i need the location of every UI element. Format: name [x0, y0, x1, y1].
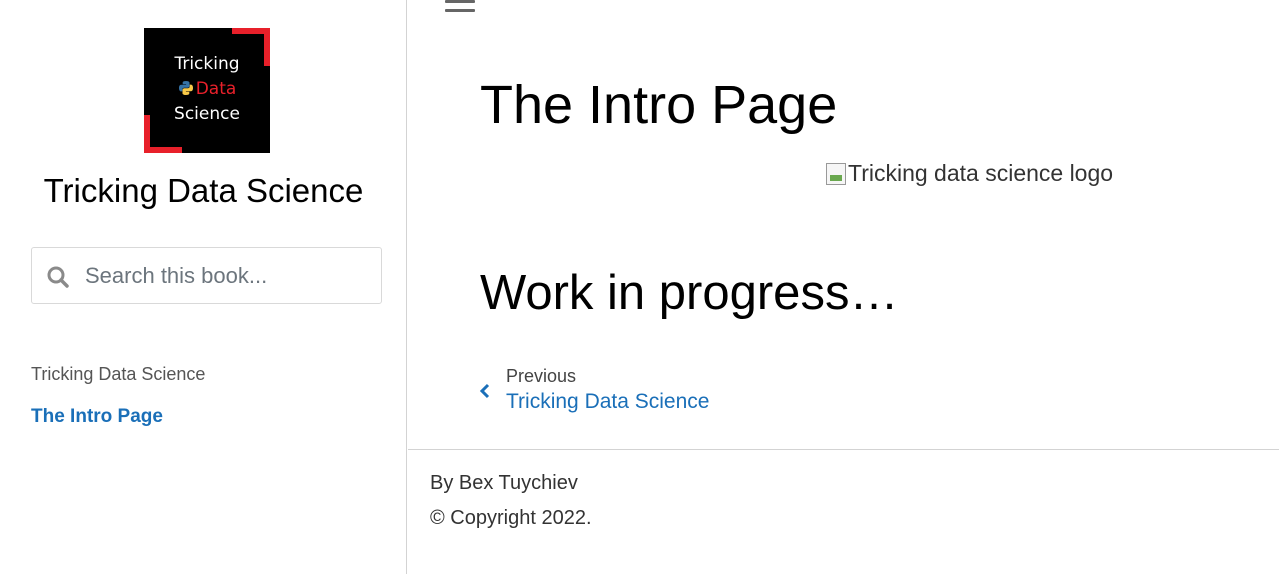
footer: By Bex Tuychiev © Copyright 2022. [408, 449, 1279, 574]
page-title: The Intro Page [480, 75, 838, 135]
logo-text-data: Data [195, 79, 237, 99]
sidebar: Tricking Data Science Tricking Data Scie… [0, 0, 407, 574]
broken-image-icon [826, 162, 846, 185]
nav-caption: Tricking Data Science [31, 364, 206, 384]
search-icon [47, 266, 69, 288]
section-heading: Work in progress… [480, 266, 899, 320]
previous-label: Previous [506, 366, 577, 386]
logo-text-line: Data [144, 79, 270, 99]
hamburger-menu-icon[interactable] [445, 0, 477, 16]
search-box[interactable] [31, 247, 382, 304]
broken-image: Tricking data science logo [826, 160, 1113, 187]
sidebar-item-intro-page[interactable]: The Intro Page [31, 406, 163, 428]
search-input[interactable] [85, 258, 370, 294]
footer-author: By Bex Tuychiev [430, 472, 578, 494]
chevron-left-icon [479, 383, 490, 399]
previous-title[interactable]: Tricking Data Science [506, 390, 709, 414]
logo-text-line: Science [174, 104, 240, 124]
site-logo[interactable]: Tricking Data Science [144, 28, 270, 153]
image-alt-text: Tricking data science logo [848, 160, 1114, 186]
python-icon [178, 81, 193, 95]
previous-page-link[interactable]: Previous Tricking Data Science [478, 366, 718, 416]
footer-copyright: © Copyright 2022. [430, 507, 592, 529]
site-title[interactable]: Tricking Data Science [0, 172, 407, 210]
logo-text-line: Tricking [174, 54, 240, 74]
